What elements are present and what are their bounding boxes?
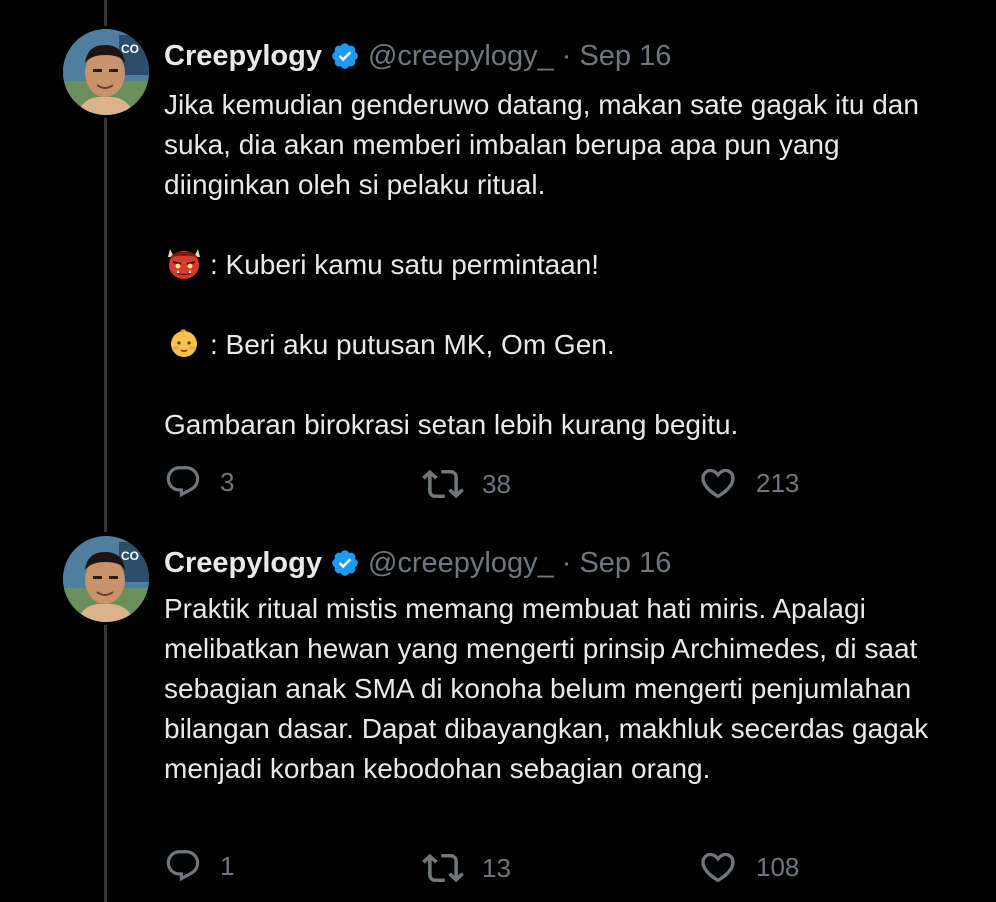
like-count: 108 (756, 851, 800, 882)
retweet-count: 13 (482, 852, 511, 883)
tweet-text: Praktik ritual mistis memang membuat hat… (164, 589, 954, 789)
reply-icon (166, 850, 200, 882)
verified-badge-icon (330, 548, 360, 578)
tweet-paragraph: Praktik ritual mistis memang membuat hat… (164, 593, 929, 784)
tweet-header: Creepylogy @creepylogy_ · Sep 16 (164, 546, 671, 580)
tweet-actions: 1 13 108 (164, 847, 864, 887)
separator-dot: · (561, 547, 572, 579)
heart-icon (701, 852, 735, 883)
svg-text:CO: CO (121, 549, 139, 563)
tweet-date[interactable]: Sep 16 (579, 546, 671, 580)
retweet-button[interactable]: 13 (422, 847, 511, 889)
like-button[interactable]: 108 (698, 847, 799, 887)
reply-count: 1 (220, 850, 235, 881)
avatar[interactable]: CO (63, 536, 149, 622)
retweet-icon (422, 853, 464, 883)
tweet-2[interactable]: CO Creepylogy @creepylogy_ · Sep 16 Prak… (0, 0, 996, 902)
reply-button[interactable]: 1 (164, 847, 234, 885)
author-handle[interactable]: @creepylogy_ (368, 546, 554, 580)
author-name[interactable]: Creepylogy (164, 546, 322, 580)
